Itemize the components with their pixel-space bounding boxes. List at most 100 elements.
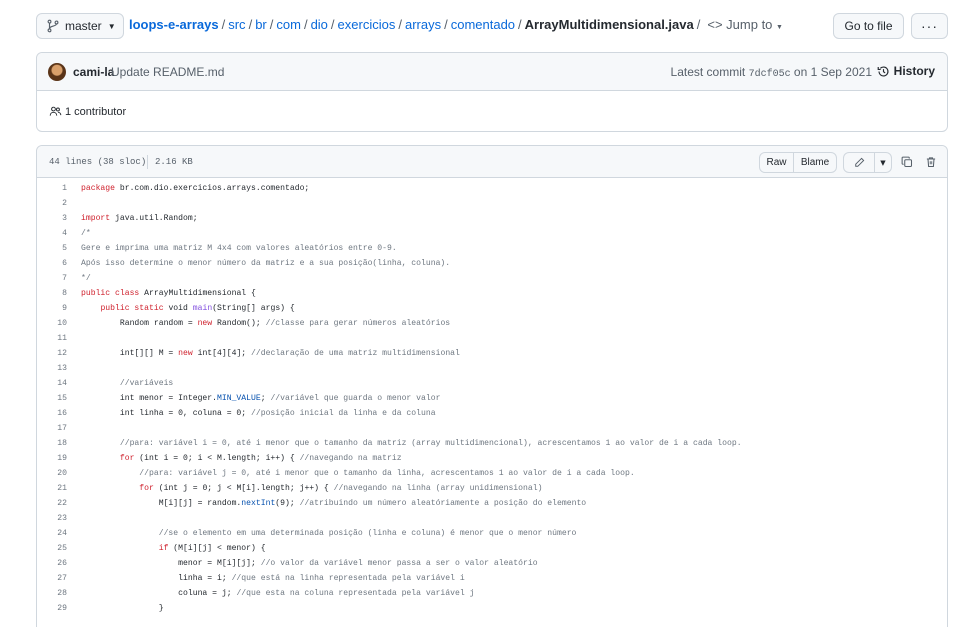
code-line: 18 //para: variável i = 0, até i menor q… bbox=[37, 436, 947, 451]
line-number[interactable]: 13 bbox=[37, 364, 67, 373]
line-number[interactable]: 29 bbox=[37, 604, 67, 613]
latest-commit-info: Latest commit 7dcf05c on 1 Sep 2021 bbox=[671, 65, 872, 80]
file-viewer: 44 lines (38 sloc) 2.16 KB Raw Blame ▼ 1… bbox=[36, 145, 948, 627]
code-line: 2 bbox=[37, 196, 947, 211]
breadcrumb-link[interactable]: exercicios bbox=[338, 17, 396, 32]
code-line-text: public static void main(String[] args) { bbox=[100, 304, 295, 313]
code-line: 1 package br.com.dio.exercicios.arrays.co… bbox=[37, 181, 947, 196]
commit-sha-link[interactable]: 7dcf05c bbox=[749, 69, 791, 80]
code-line: 22 M[i][j] = random.nextInt(9); //atribu… bbox=[37, 496, 947, 511]
code-line: 16 int linha = 0, coluna = 0; //posição … bbox=[37, 406, 947, 421]
line-number[interactable]: 2 bbox=[37, 199, 67, 208]
delete-file-button[interactable] bbox=[923, 154, 939, 170]
code-line: 9 public static void main(String[] args)… bbox=[37, 301, 947, 316]
line-number[interactable]: 8 bbox=[37, 289, 67, 298]
code-line-text: package br.com.dio.exercicios.arrays.com… bbox=[81, 184, 310, 193]
code-line: 7 */ bbox=[37, 271, 947, 286]
code-line: 5 Gere e imprima uma matriz M 4x4 com val… bbox=[37, 241, 947, 256]
code-line-text: for (int j = 0; j < M[i].length; j++) { … bbox=[139, 484, 543, 493]
line-number[interactable]: 20 bbox=[37, 469, 67, 478]
line-number[interactable]: 19 bbox=[37, 454, 67, 463]
history-label: History bbox=[893, 64, 935, 78]
line-number[interactable]: 18 bbox=[37, 439, 67, 448]
contributors-label: 1 contributor bbox=[65, 105, 127, 118]
code-line-text: if (M[i][j] < menor) { bbox=[158, 544, 266, 553]
branch-select-button[interactable]: master ▼ bbox=[36, 13, 124, 39]
code-line: 12 int[][] M = new int[4][4]; //declaraç… bbox=[37, 346, 947, 361]
jump-to-menu[interactable]: <> Jump to ▼ bbox=[707, 17, 783, 32]
code-line: 13 bbox=[37, 361, 947, 376]
caret-down-icon: ▼ bbox=[107, 21, 116, 31]
line-number[interactable]: 26 bbox=[37, 559, 67, 568]
latest-commit-label: Latest commit bbox=[670, 65, 746, 79]
line-number[interactable]: 21 bbox=[37, 484, 67, 493]
contributors-link[interactable]: 1 contributor bbox=[49, 105, 126, 118]
breadcrumb-link[interactable]: comentado bbox=[451, 17, 515, 32]
line-number[interactable]: 11 bbox=[37, 334, 67, 343]
line-number[interactable]: 16 bbox=[37, 409, 67, 418]
breadcrumb-file-name: ArrayMultidimensional.java bbox=[524, 17, 694, 32]
line-number[interactable]: 1 bbox=[37, 184, 67, 193]
line-number[interactable]: 23 bbox=[37, 514, 67, 523]
code-line: 27 linha = i; //que está na linha repres… bbox=[37, 571, 947, 586]
line-number[interactable]: 24 bbox=[37, 529, 67, 538]
breadcrumb-link[interactable]: br bbox=[255, 17, 267, 32]
code-line-text: //para: variável i = 0, até i menor que … bbox=[81, 439, 742, 448]
code-line: 24 //se o elemento em uma determinada po… bbox=[37, 526, 947, 541]
more-options-button[interactable]: ··· bbox=[911, 13, 948, 39]
line-number[interactable]: 15 bbox=[37, 394, 67, 403]
breadcrumb-link[interactable]: com bbox=[276, 17, 301, 32]
edit-options-button[interactable]: ▼ bbox=[874, 152, 892, 173]
history-link[interactable]: History bbox=[877, 64, 935, 78]
caret-down-icon: ▼ bbox=[776, 24, 783, 31]
code-line: 20 //para: variável j = 0, até i menor q… bbox=[37, 466, 947, 481]
line-number[interactable]: 4 bbox=[37, 229, 67, 238]
code-table: 1 package br.com.dio.exercicios.arrays.co… bbox=[37, 181, 947, 616]
line-number[interactable]: 12 bbox=[37, 349, 67, 358]
breadcrumb-link[interactable]: dio bbox=[311, 17, 328, 32]
line-number[interactable]: 6 bbox=[37, 259, 67, 268]
code-line-text: public class ArrayMultidimensional { bbox=[81, 289, 256, 298]
code-line-text: Após isso determine o menor número da ma… bbox=[81, 259, 451, 268]
line-number[interactable]: 14 bbox=[37, 379, 67, 388]
code-line-text: Random random = new Random(); //classe p… bbox=[81, 319, 451, 328]
code-line: 3 import java.util.Random; bbox=[37, 211, 947, 226]
code-line: 25 if (M[i][j] < menor) { bbox=[37, 541, 947, 556]
code-line: 14 //variáveis bbox=[37, 376, 947, 391]
line-number[interactable]: 22 bbox=[37, 499, 67, 508]
copy-raw-button[interactable] bbox=[899, 154, 915, 170]
line-number[interactable]: 10 bbox=[37, 319, 67, 328]
code-line: 19 for (int i = 0; i < M.length; i++) { … bbox=[37, 451, 947, 466]
trash-icon bbox=[926, 157, 936, 168]
line-number[interactable]: 5 bbox=[37, 244, 67, 253]
pencil-icon bbox=[854, 157, 864, 167]
breadcrumb-link[interactable]: arrays bbox=[405, 17, 441, 32]
line-number[interactable]: 27 bbox=[37, 574, 67, 583]
breadcrumb-link[interactable]: src bbox=[228, 17, 245, 32]
line-number[interactable]: 3 bbox=[37, 214, 67, 223]
code-line-text: int linha = 0, coluna = 0; //posição ini… bbox=[81, 409, 436, 418]
file-lines-info: 44 lines (38 sloc) bbox=[49, 157, 147, 167]
line-number[interactable]: 9 bbox=[37, 304, 67, 313]
line-number[interactable]: 7 bbox=[37, 274, 67, 283]
code-line-text: M[i][j] = random.nextInt(9); //atribuind… bbox=[81, 499, 587, 508]
line-number[interactable]: 25 bbox=[37, 544, 67, 553]
file-header: 44 lines (38 sloc) 2.16 KB Raw Blame ▼ bbox=[37, 146, 947, 178]
commit-message-link[interactable]: Update README.md bbox=[111, 65, 224, 79]
commit-date: on 1 Sep 2021 bbox=[793, 65, 872, 79]
go-to-file-button[interactable]: Go to file bbox=[833, 13, 904, 39]
code-line-text: int menor = Integer.MIN_VALUE; //variáve… bbox=[81, 394, 441, 403]
edit-file-button[interactable] bbox=[843, 152, 875, 173]
line-number[interactable]: 28 bbox=[37, 589, 67, 598]
breadcrumb-repo-link[interactable]: loops-e-arrays bbox=[129, 17, 219, 32]
commit-author-link[interactable]: cami-la bbox=[73, 65, 114, 79]
line-number[interactable]: 17 bbox=[37, 424, 67, 433]
code-line: 15 int menor = Integer.MIN_VALUE; //vari… bbox=[37, 391, 947, 406]
breadcrumb: loops-e-arrays / src / br / com / dio / exercicios… bbox=[129, 17, 783, 32]
avatar[interactable] bbox=[48, 63, 66, 81]
code-line: 6 Após isso determine o menor número da m… bbox=[37, 256, 947, 271]
code-line-text: /* bbox=[81, 229, 91, 238]
raw-button[interactable]: Raw bbox=[759, 152, 794, 173]
blame-button[interactable]: Blame bbox=[793, 152, 837, 173]
code-line-text: menor = M[i][j]; //o valor da variável m… bbox=[81, 559, 538, 568]
